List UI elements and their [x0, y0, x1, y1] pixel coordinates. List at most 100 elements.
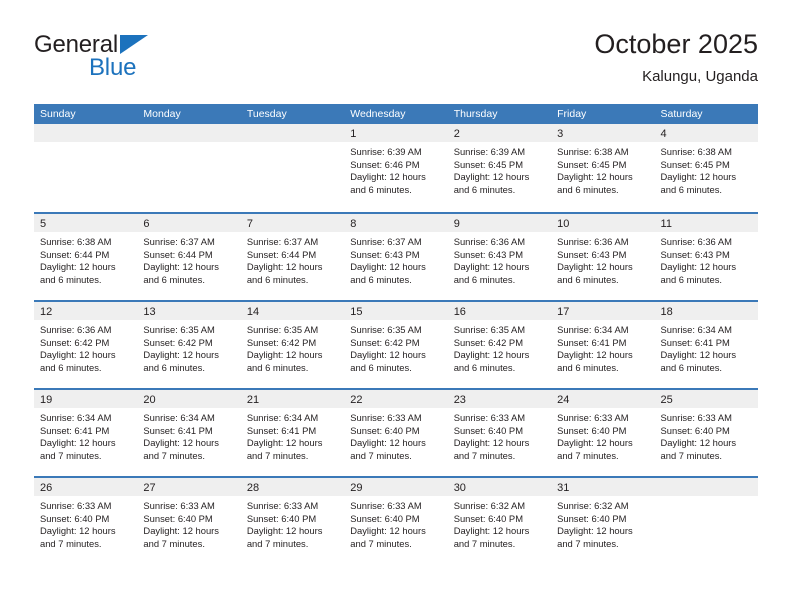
- calendar-cell-empty: [137, 124, 241, 212]
- calendar-day-cell[interactable]: 5 Sunrise: 6:38 AM Sunset: 6:44 PM Daylight…: [34, 214, 138, 300]
- calendar-day-cell[interactable]: 18 Sunrise: 6:34 AM Sunset: 6:41 PM Dayligh…: [654, 302, 758, 388]
- day-number: 13: [143, 306, 156, 318]
- day-details: Sunrise: 6:36 AM Sunset: 6:43 PM Daylight:…: [448, 232, 551, 286]
- day-number: 29: [350, 482, 363, 494]
- calendar-day-cell[interactable]: 24 Sunrise: 6:33 AM Sunset: 6:40 PM Dayligh…: [551, 390, 655, 476]
- calendar-day-cell[interactable]: 11 Sunrise: 6:36 AM Sunset: 6:43 PM Dayligh…: [654, 214, 758, 300]
- calendar-week-row: 5 Sunrise: 6:38 AM Sunset: 6:44 PM Daylight…: [34, 212, 758, 300]
- calendar-day-cell[interactable]: 22 Sunrise: 6:33 AM Sunset: 6:40 PM Dayligh…: [344, 390, 448, 476]
- day-detail-line: and 7 minutes.: [453, 449, 516, 461]
- day-number: 7: [246, 218, 253, 230]
- day-detail-line: Daylight: 12 hours: [557, 171, 633, 183]
- calendar-week-row: 26 Sunrise: 6:33 AM Sunset: 6:40 PM Dayligh…: [34, 476, 758, 564]
- calendar-day-cell[interactable]: 3 Sunrise: 6:38 AM Sunset: 6:45 PM Daylight…: [551, 124, 655, 212]
- day-number: 20: [143, 394, 156, 406]
- day-detail-line: and 6 minutes.: [557, 361, 619, 373]
- day-detail-line: Daylight: 12 hours: [660, 349, 737, 361]
- day-number-band: 1: [344, 124, 448, 142]
- day-details: Sunrise: 6:34 AM Sunset: 6:41 PM Daylight:…: [34, 408, 137, 462]
- day-detail-line: Sunset: 6:40 PM: [557, 512, 627, 524]
- day-number-band: 18: [654, 302, 758, 320]
- day-details: Sunrise: 6:36 AM Sunset: 6:43 PM Daylight:…: [655, 232, 758, 286]
- calendar-day-cell[interactable]: 28 Sunrise: 6:33 AM Sunset: 6:40 PM Dayligh…: [240, 478, 345, 564]
- day-of-week-header-row: Sunday Monday Tuesday Wednesday Thursday Frid…: [34, 104, 758, 124]
- day-detail-line: Sunset: 6:40 PM: [557, 424, 627, 436]
- calendar-day-cell[interactable]: 1 Sunrise: 6:39 AM Sunset: 6:46 PM Daylight…: [344, 124, 448, 212]
- day-detail-line: Daylight: 12 hours: [143, 525, 219, 537]
- calendar-day-cell[interactable]: 19 Sunrise: 6:34 AM Sunset: 6:41 PM Dayligh…: [34, 390, 138, 476]
- day-details: Sunrise: 6:33 AM Sunset: 6:40 PM Daylight:…: [34, 496, 137, 550]
- day-number: 4: [660, 128, 667, 140]
- calendar-day-cell[interactable]: 9 Sunrise: 6:36 AM Sunset: 6:43 PM Daylight…: [447, 214, 552, 300]
- day-detail-line: and 7 minutes.: [246, 449, 309, 461]
- day-detail-line: Sunrise: 6:36 AM: [453, 236, 526, 247]
- day-number: 24: [557, 394, 570, 406]
- day-detail-line: Sunrise: 6:38 AM: [557, 146, 629, 157]
- day-details: Sunrise: 6:38 AM Sunset: 6:44 PM Daylight:…: [34, 232, 137, 286]
- day-details: Sunrise: 6:39 AM Sunset: 6:45 PM Daylight:…: [448, 142, 551, 196]
- day-detail-line: Sunset: 6:41 PM: [40, 424, 110, 436]
- calendar-day-cell[interactable]: 10 Sunrise: 6:36 AM Sunset: 6:43 PM Dayligh…: [551, 214, 655, 300]
- day-detail-line: Sunrise: 6:33 AM: [246, 500, 319, 511]
- day-detail-line: and 7 minutes.: [40, 537, 102, 549]
- day-detail-line: Daylight: 12 hours: [557, 525, 633, 537]
- calendar-day-cell[interactable]: 21 Sunrise: 6:34 AM Sunset: 6:41 PM Dayligh…: [240, 390, 345, 476]
- day-detail-line: and 7 minutes.: [350, 449, 412, 461]
- day-number-band: 23: [447, 390, 552, 408]
- calendar-day-cell[interactable]: 23 Sunrise: 6:33 AM Sunset: 6:40 PM Dayligh…: [447, 390, 552, 476]
- calendar-day-cell[interactable]: 8 Sunrise: 6:37 AM Sunset: 6:43 PM Daylight…: [344, 214, 448, 300]
- day-number-band: 17: [551, 302, 655, 320]
- day-of-week-header: Saturday: [660, 108, 703, 120]
- calendar-day-cell[interactable]: 12 Sunrise: 6:36 AM Sunset: 6:42 PM Dayligh…: [34, 302, 138, 388]
- generalblue-logo[interactable]: General Blue: [34, 32, 254, 92]
- day-number-band: 6: [137, 214, 241, 232]
- day-detail-line: and 6 minutes.: [557, 273, 619, 285]
- calendar-day-cell[interactable]: 30 Sunrise: 6:32 AM Sunset: 6:40 PM Dayligh…: [447, 478, 552, 564]
- day-number: 27: [143, 482, 156, 494]
- calendar-day-cell[interactable]: 17 Sunrise: 6:34 AM Sunset: 6:41 PM Dayligh…: [551, 302, 655, 388]
- day-detail-line: Daylight: 12 hours: [350, 349, 426, 361]
- page-header: General Blue October 2025 Kalungu, Ugand…: [34, 28, 758, 96]
- day-number-band: 21: [240, 390, 345, 408]
- day-detail-line: Sunrise: 6:39 AM: [453, 146, 526, 157]
- calendar-day-cell[interactable]: 27 Sunrise: 6:33 AM Sunset: 6:40 PM Dayligh…: [137, 478, 241, 564]
- day-details: Sunrise: 6:33 AM Sunset: 6:40 PM Daylight:…: [344, 496, 447, 550]
- calendar-day-cell[interactable]: 29 Sunrise: 6:33 AM Sunset: 6:40 PM Dayligh…: [344, 478, 448, 564]
- day-detail-line: Daylight: 12 hours: [557, 437, 633, 449]
- day-detail-line: Sunset: 6:40 PM: [350, 424, 420, 436]
- calendar-day-cell[interactable]: 31 Sunrise: 6:32 AM Sunset: 6:40 PM Dayligh…: [551, 478, 655, 564]
- calendar-week-row: 1 Sunrise: 6:39 AM Sunset: 6:46 PM Daylight…: [34, 124, 758, 212]
- calendar-day-cell[interactable]: 6 Sunrise: 6:37 AM Sunset: 6:44 PM Daylight…: [137, 214, 241, 300]
- calendar-day-cell[interactable]: 26 Sunrise: 6:33 AM Sunset: 6:40 PM Dayligh…: [34, 478, 138, 564]
- calendar-day-cell[interactable]: 20 Sunrise: 6:34 AM Sunset: 6:41 PM Dayligh…: [137, 390, 241, 476]
- calendar-day-cell[interactable]: 2 Sunrise: 6:39 AM Sunset: 6:45 PM Daylight…: [447, 124, 552, 212]
- day-details: Sunrise: 6:34 AM Sunset: 6:41 PM Daylight:…: [241, 408, 344, 462]
- day-detail-line: Daylight: 12 hours: [557, 261, 633, 273]
- day-detail-line: Daylight: 12 hours: [350, 261, 426, 273]
- calendar-day-cell[interactable]: 25 Sunrise: 6:33 AM Sunset: 6:40 PM Dayligh…: [654, 390, 758, 476]
- day-details: [137, 142, 240, 146]
- calendar-day-cell[interactable]: 4 Sunrise: 6:38 AM Sunset: 6:45 PM Daylight…: [654, 124, 758, 212]
- day-detail-line: Sunset: 6:41 PM: [557, 336, 627, 348]
- day-number: 5: [40, 218, 47, 230]
- calendar-day-cell[interactable]: 13 Sunrise: 6:35 AM Sunset: 6:42 PM Dayligh…: [137, 302, 241, 388]
- day-detail-line: Sunset: 6:42 PM: [246, 336, 317, 348]
- page-title: October 2025: [594, 29, 758, 59]
- day-detail-line: Sunrise: 6:36 AM: [557, 236, 629, 247]
- day-number: 2: [453, 128, 460, 140]
- calendar-day-cell[interactable]: 15 Sunrise: 6:35 AM Sunset: 6:42 PM Dayligh…: [344, 302, 448, 388]
- calendar-cell-empty: [34, 124, 138, 212]
- calendar-day-cell[interactable]: 7 Sunrise: 6:37 AM Sunset: 6:44 PM Daylight…: [240, 214, 345, 300]
- day-number-band: 15: [344, 302, 448, 320]
- day-number-band: 14: [240, 302, 345, 320]
- day-detail-line: Sunset: 6:40 PM: [350, 512, 420, 524]
- day-number-band: 29: [344, 478, 448, 496]
- day-detail-line: Sunrise: 6:35 AM: [246, 324, 319, 335]
- calendar-day-cell[interactable]: 14 Sunrise: 6:35 AM Sunset: 6:42 PM Dayligh…: [240, 302, 345, 388]
- day-detail-line: and 6 minutes.: [453, 273, 516, 285]
- calendar-day-cell[interactable]: 16 Sunrise: 6:35 AM Sunset: 6:42 PM Dayligh…: [447, 302, 552, 388]
- day-of-week-header: Friday: [557, 108, 587, 120]
- day-detail-line: Sunrise: 6:35 AM: [143, 324, 215, 335]
- day-detail-line: Daylight: 12 hours: [246, 349, 323, 361]
- day-details: Sunrise: 6:35 AM Sunset: 6:42 PM Daylight:…: [137, 320, 240, 374]
